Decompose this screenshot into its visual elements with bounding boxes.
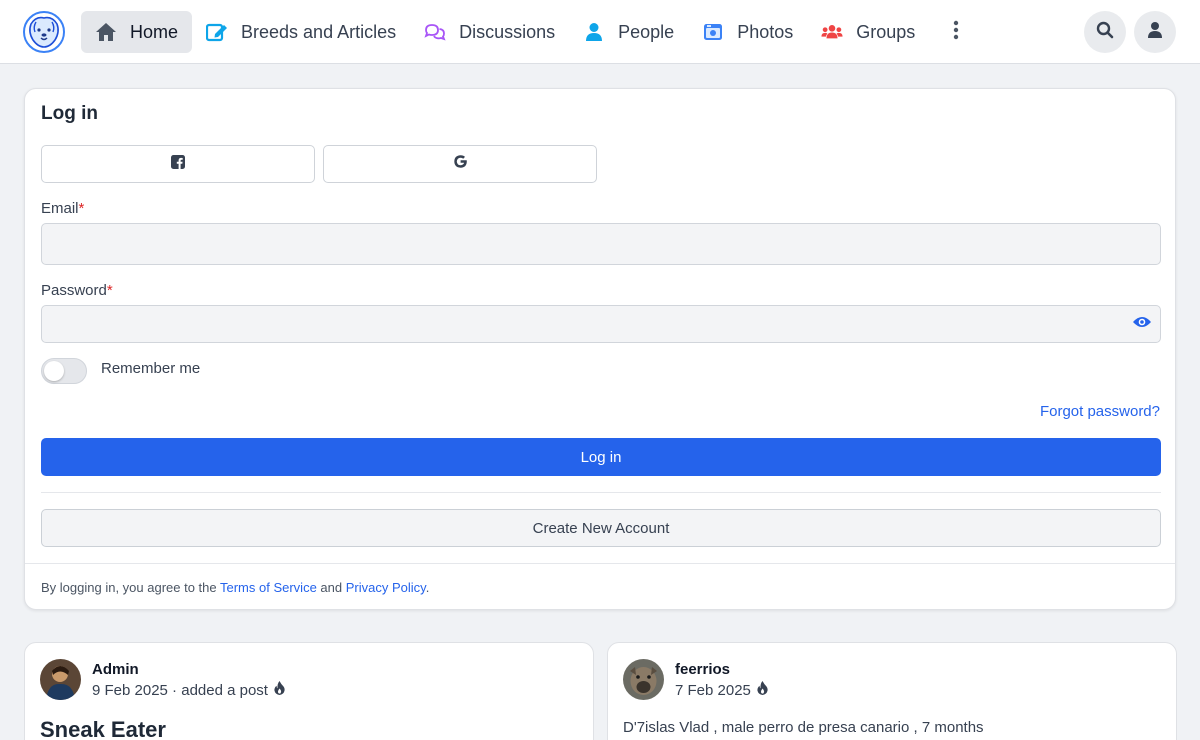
facebook-login-button[interactable] [41, 145, 315, 183]
google-login-button[interactable] [323, 145, 597, 183]
avatar[interactable] [40, 659, 81, 700]
email-label-text: Email [41, 200, 79, 217]
nav-item-label: Breeds and Articles [241, 21, 397, 42]
privacy-policy-link[interactable]: Privacy Policy [346, 580, 426, 595]
toggle-knob [44, 361, 64, 381]
post-meta: 9 Feb 2025 · added a post [92, 681, 285, 699]
required-mark: * [106, 282, 113, 299]
google-icon [453, 154, 468, 174]
show-password-icon[interactable] [1132, 315, 1152, 333]
login-card: Log in Email* Password* Remember me Forg… [24, 88, 1176, 610]
nav-item-label: Photos [737, 21, 794, 42]
post-meta-text: 9 Feb 2025 · added a post [92, 681, 268, 699]
account-button[interactable] [1134, 11, 1176, 53]
person-icon [583, 21, 605, 43]
terms-prefix: By logging in, you agree to the [41, 580, 220, 595]
nav-item-label: Home [130, 21, 179, 42]
remember-me-label: Remember me [101, 360, 201, 377]
email-label: Email* [41, 200, 84, 217]
create-account-button[interactable]: Create New Account [41, 509, 1161, 547]
forgot-password-link[interactable]: Forgot password? [1040, 403, 1160, 420]
password-label: Password* [41, 282, 113, 299]
nav-item-home[interactable]: Home [81, 11, 193, 53]
top-navigation-bar: Home Breeds and Articles Discussions Peo… [0, 0, 1200, 64]
post-author[interactable]: Admin [92, 661, 139, 678]
post-body[interactable]: D'7islas Vlad , male perro de presa cana… [623, 719, 984, 736]
nav-item-label: Groups [856, 21, 916, 42]
divider [25, 563, 1175, 564]
dog-logo-icon [23, 11, 65, 53]
search-icon [1096, 21, 1114, 44]
post-card[interactable]: Admin 9 Feb 2025 · added a post Sneak Ea… [24, 642, 594, 740]
nav-item-photos[interactable]: Photos [688, 11, 807, 53]
login-title: Log in [41, 103, 98, 124]
facebook-icon [171, 154, 185, 174]
remember-me-toggle[interactable] [41, 358, 87, 384]
more-vertical-icon [953, 20, 959, 45]
post-card[interactable]: feerrios 7 Feb 2025 D'7islas Vlad , male… [607, 642, 1177, 740]
home-icon [95, 21, 117, 43]
main-nav: Home Breeds and Articles Discussions Peo… [81, 11, 973, 53]
terms-suffix: . [425, 580, 430, 595]
password-label-text: Password [41, 282, 107, 299]
nav-item-label: Discussions [459, 21, 556, 42]
nav-item-groups[interactable]: Groups [807, 11, 929, 53]
nav-item-label: People [618, 21, 675, 42]
user-icon [1147, 21, 1163, 44]
comments-icon [424, 21, 446, 43]
post-title[interactable]: Sneak Eater [40, 717, 166, 740]
email-field[interactable] [41, 223, 1161, 265]
camera-icon [702, 21, 724, 43]
post-meta: 7 Feb 2025 [675, 681, 768, 699]
divider [41, 492, 1161, 493]
site-logo[interactable] [22, 10, 66, 54]
fire-icon [274, 681, 285, 699]
fire-icon [757, 681, 768, 699]
post-author[interactable]: feerrios [675, 661, 730, 678]
nav-item-breeds-articles[interactable]: Breeds and Articles [192, 11, 410, 53]
users-icon [821, 21, 843, 43]
edit-icon [206, 21, 228, 43]
nav-item-discussions[interactable]: Discussions [410, 11, 569, 53]
terms-notice: By logging in, you agree to the Terms of… [41, 580, 429, 595]
password-field[interactable] [41, 305, 1161, 343]
post-meta-text: 7 Feb 2025 [675, 681, 751, 699]
avatar[interactable] [623, 659, 664, 700]
login-submit-button[interactable]: Log in [41, 438, 1161, 476]
terms-of-service-link[interactable]: Terms of Service [220, 580, 317, 595]
nav-item-people[interactable]: People [569, 11, 688, 53]
search-button[interactable] [1084, 11, 1126, 53]
terms-and: and [316, 580, 346, 595]
more-menu-button[interactable] [939, 11, 973, 53]
required-mark: * [78, 200, 85, 217]
